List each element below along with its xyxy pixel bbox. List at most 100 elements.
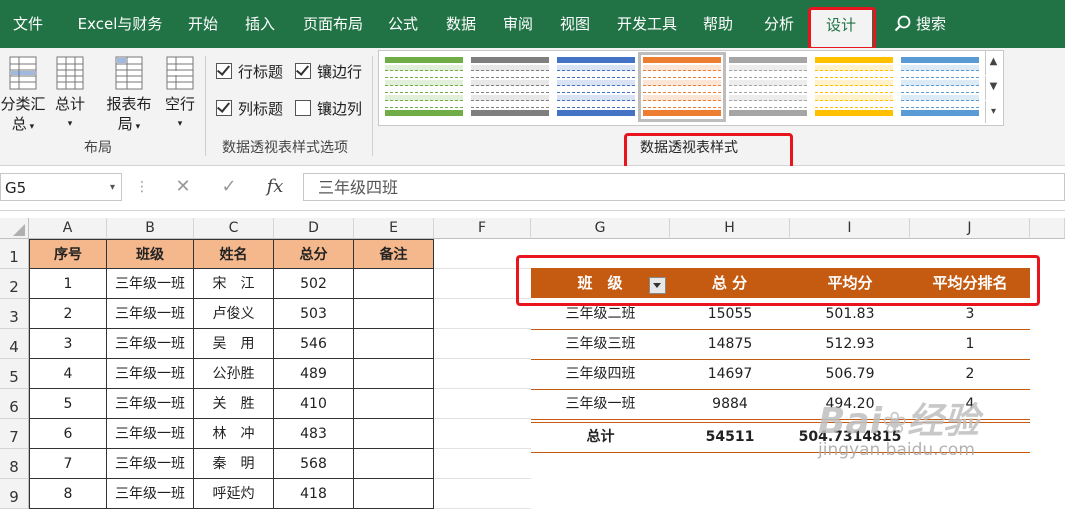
table-cell[interactable]: 8 xyxy=(29,479,107,509)
confirm-icon[interactable]: ✓ xyxy=(214,173,244,201)
tab-view[interactable]: 视图 xyxy=(552,0,598,48)
table-header-cell[interactable]: 序号 xyxy=(29,239,107,269)
table-cell[interactable] xyxy=(354,359,434,389)
table-cell[interactable]: 呼延灼 xyxy=(194,479,274,509)
table-cell[interactable]: 三年级一班 xyxy=(107,479,194,509)
table-cell[interactable]: 吴 用 xyxy=(194,329,274,359)
table-cell[interactable]: 三年级一班 xyxy=(107,359,194,389)
report-layout-button[interactable]: 报表布 局 ▾ xyxy=(103,56,155,137)
table-cell[interactable] xyxy=(354,479,434,509)
row-header[interactable]: 2 xyxy=(0,269,29,299)
pivot-cell[interactable]: 1 xyxy=(910,329,1030,359)
table-cell[interactable] xyxy=(354,269,434,299)
row-header[interactable]: 7 xyxy=(0,419,29,449)
table-cell[interactable]: 卢俊义 xyxy=(194,299,274,329)
tab-formulas[interactable]: 公式 xyxy=(380,0,426,48)
pivot-cell[interactable]: 三年级一班 xyxy=(531,389,670,419)
subtotals-button[interactable]: 分类汇 总 ▾ xyxy=(0,56,46,137)
gallery-more-button[interactable]: ▾ xyxy=(985,101,1001,123)
column-header[interactable]: D xyxy=(274,218,354,239)
table-header-cell[interactable]: 姓名 xyxy=(194,239,274,269)
row-headers-checkbox[interactable]: 行标题 xyxy=(216,62,283,82)
column-header[interactable]: J xyxy=(910,218,1030,239)
table-cell[interactable]: 三年级一班 xyxy=(107,419,194,449)
tab-excel-finance[interactable]: Excel与财务 xyxy=(66,0,174,48)
name-box[interactable]: G5 ▾ xyxy=(0,173,122,201)
table-cell[interactable]: 林 冲 xyxy=(194,419,274,449)
column-header[interactable]: C xyxy=(194,218,274,239)
gallery-scroll-up-button[interactable]: ▲ xyxy=(985,51,1001,75)
table-cell[interactable]: 三年级一班 xyxy=(107,269,194,299)
banded-rows-checkbox[interactable]: 镶边行 xyxy=(295,62,362,82)
insert-function-icon[interactable]: fx xyxy=(260,173,290,201)
table-cell[interactable]: 公孙胜 xyxy=(194,359,274,389)
table-cell[interactable]: 3 xyxy=(29,329,107,359)
tab-home[interactable]: 开始 xyxy=(180,0,226,48)
pivot-cell[interactable]: 512.93 xyxy=(790,329,910,359)
table-cell[interactable]: 503 xyxy=(274,299,354,329)
table-cell[interactable] xyxy=(354,389,434,419)
table-cell[interactable]: 关 胜 xyxy=(194,389,274,419)
pivot-style-swatch[interactable] xyxy=(638,52,726,122)
table-cell[interactable] xyxy=(354,449,434,479)
tab-analyze[interactable]: 分析 xyxy=(754,0,804,48)
column-header[interactable]: B xyxy=(107,218,194,239)
table-cell[interactable]: 三年级一班 xyxy=(107,389,194,419)
table-cell[interactable]: 7 xyxy=(29,449,107,479)
column-header[interactable]: E xyxy=(354,218,434,239)
tab-developer[interactable]: 开发工具 xyxy=(610,0,684,48)
table-cell[interactable]: 秦 明 xyxy=(194,449,274,479)
gallery-scroll-down-button[interactable]: ▼ xyxy=(985,76,1001,100)
pivot-cell[interactable]: 9884 xyxy=(670,389,790,419)
column-headers-checkbox[interactable]: 列标题 xyxy=(216,99,283,119)
table-header-cell[interactable]: 总分 xyxy=(274,239,354,269)
pivot-style-swatch[interactable] xyxy=(901,57,979,117)
table-cell[interactable]: 三年级一班 xyxy=(107,299,194,329)
table-cell[interactable] xyxy=(354,299,434,329)
row-header[interactable]: 8 xyxy=(0,449,29,479)
pivot-cell[interactable]: 三年级三班 xyxy=(531,329,670,359)
table-cell[interactable]: 4 xyxy=(29,359,107,389)
table-cell[interactable]: 6 xyxy=(29,419,107,449)
pivot-total-cell[interactable]: 54511 xyxy=(670,422,790,452)
pivot-cell[interactable]: 14875 xyxy=(670,329,790,359)
cancel-icon[interactable]: ✕ xyxy=(168,173,198,201)
row-header[interactable]: 9 xyxy=(0,479,29,509)
tab-review[interactable]: 审阅 xyxy=(495,0,541,48)
column-header[interactable]: F xyxy=(434,218,531,239)
table-header-cell[interactable]: 备注 xyxy=(354,239,434,269)
pivot-style-swatch[interactable] xyxy=(557,57,635,117)
tab-page-layout[interactable]: 页面布局 xyxy=(296,0,370,48)
table-cell[interactable]: 489 xyxy=(274,359,354,389)
tab-help[interactable]: 帮助 xyxy=(695,0,741,48)
pivot-cell[interactable]: 三年级四班 xyxy=(531,359,670,389)
table-cell[interactable] xyxy=(354,419,434,449)
blank-rows-button[interactable]: 空行 ▾ xyxy=(160,56,200,134)
row-header[interactable]: 1 xyxy=(0,239,29,269)
tab-data[interactable]: 数据 xyxy=(438,0,484,48)
table-cell[interactable]: 2 xyxy=(29,299,107,329)
row-header[interactable]: 4 xyxy=(0,329,29,359)
table-cell[interactable]: 5 xyxy=(29,389,107,419)
banded-columns-checkbox[interactable]: 镶边列 xyxy=(295,99,362,119)
pivot-style-swatch[interactable] xyxy=(385,57,463,117)
table-cell[interactable]: 502 xyxy=(274,269,354,299)
table-cell[interactable]: 三年级一班 xyxy=(107,449,194,479)
column-header[interactable]: I xyxy=(790,218,910,239)
select-all-button[interactable] xyxy=(0,218,29,239)
column-header[interactable]: A xyxy=(29,218,107,239)
pivot-cell[interactable]: 506.79 xyxy=(790,359,910,389)
table-cell[interactable]: 568 xyxy=(274,449,354,479)
table-cell[interactable]: 三年级一班 xyxy=(107,329,194,359)
grand-totals-button[interactable]: 总计 ▾ xyxy=(50,56,90,134)
table-cell[interactable]: 418 xyxy=(274,479,354,509)
pivot-cell[interactable]: 2 xyxy=(910,359,1030,389)
table-cell[interactable]: 1 xyxy=(29,269,107,299)
pivot-cell[interactable]: 14697 xyxy=(670,359,790,389)
table-cell[interactable] xyxy=(354,329,434,359)
pivot-style-swatch[interactable] xyxy=(815,57,893,117)
search-box[interactable]: 搜索 xyxy=(880,0,960,48)
table-header-cell[interactable]: 班级 xyxy=(107,239,194,269)
tab-insert[interactable]: 插入 xyxy=(237,0,283,48)
table-cell[interactable]: 410 xyxy=(274,389,354,419)
